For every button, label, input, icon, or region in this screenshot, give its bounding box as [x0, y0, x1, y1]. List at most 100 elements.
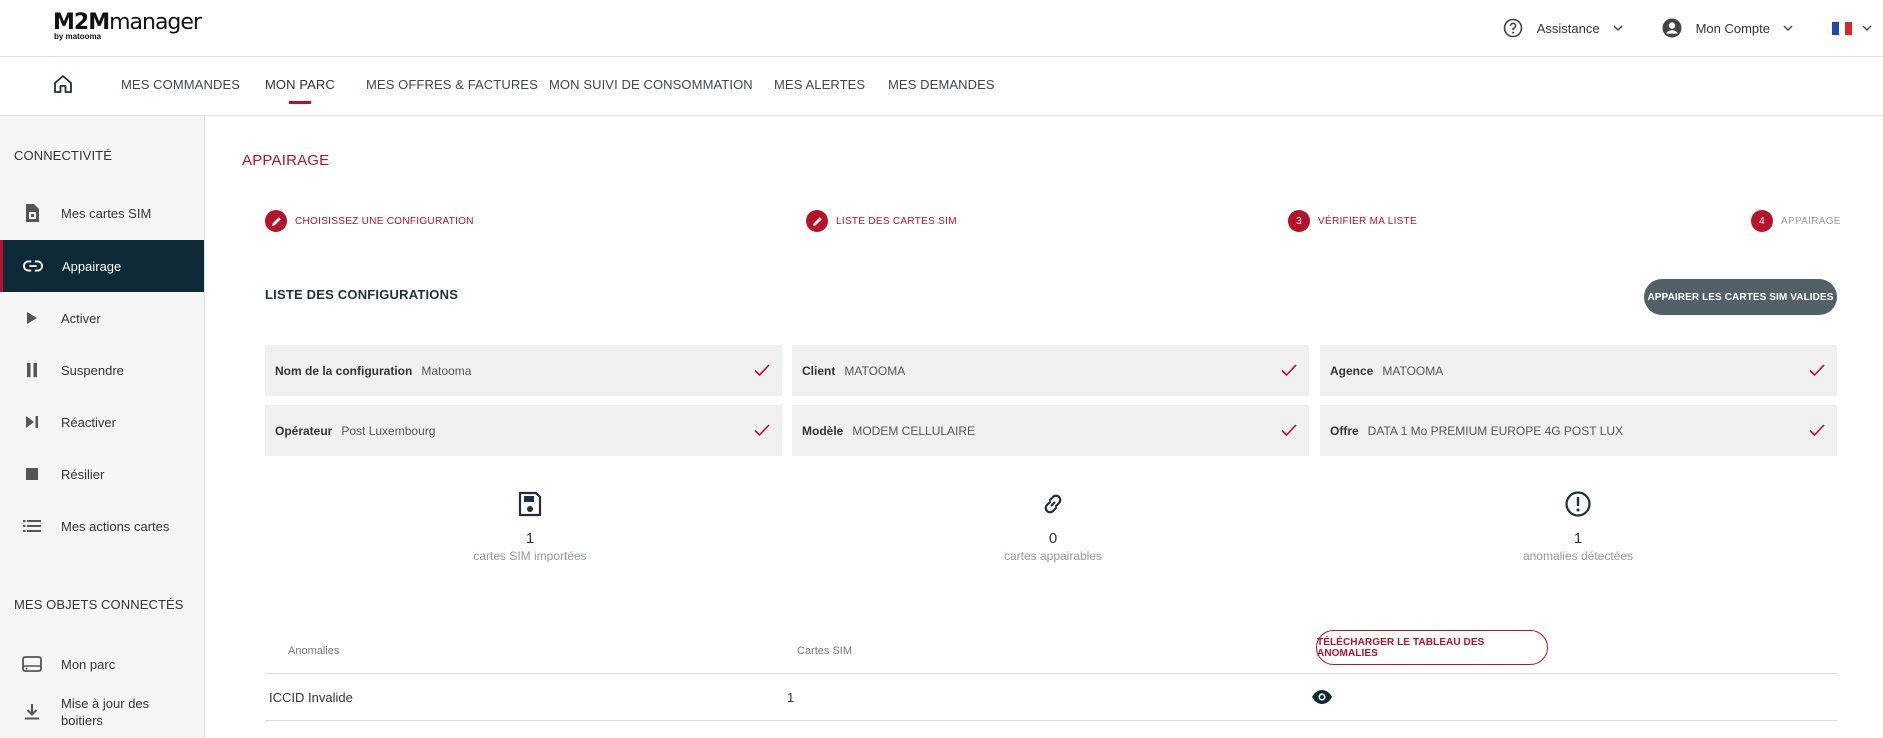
step-number: 4: [1751, 210, 1773, 232]
column-header-anomalies: Anomalies: [288, 645, 340, 657]
account-icon: [1662, 18, 1682, 38]
home-icon[interactable]: [52, 73, 74, 95]
pencil-icon: [806, 210, 828, 232]
page-title: APPAIRAGE: [242, 152, 330, 169]
table-cell-count: 1: [787, 690, 795, 705]
step-label: APPAIRAGE: [1781, 215, 1841, 227]
skip-next-icon: [22, 412, 42, 432]
config-item: Opérateur Post Luxembourg: [265, 405, 782, 456]
assistance-menu[interactable]: Assistance: [1503, 18, 1624, 38]
nav-mes-commandes[interactable]: MES COMMANDES: [121, 77, 240, 92]
config-item: Nom de la configuration Matooma: [265, 345, 782, 396]
config-value: Matooma: [421, 363, 472, 378]
config-item: Offre DATA 1 Mo PREMIUM EUROPE 4G POST L…: [1320, 405, 1837, 456]
sidebar-item-mise-a-jour-boitiers[interactable]: Mise à jour des boitiers: [0, 686, 204, 738]
sidebar-item-label: Mes cartes SIM: [61, 205, 152, 221]
sidebar-item-label: Mon parc: [61, 656, 116, 672]
step-verify-list: 3 VÉRIFIER MA LISTE: [1288, 210, 1417, 232]
save-icon: [518, 491, 542, 517]
table-cell-anomaly: ICCID Invalide: [269, 690, 353, 705]
configurations-title: LISTE DES CONFIGURATIONS: [265, 287, 459, 302]
eye-icon[interactable]: [1311, 688, 1333, 706]
stat-caption: anomalies détectées: [1522, 549, 1634, 563]
step-number: 3: [1288, 210, 1310, 232]
nav-mes-demandes[interactable]: MES DEMANDES: [888, 77, 995, 92]
pair-valid-sim-button[interactable]: APPAIRER LES CARTES SIM VALIDES: [1644, 279, 1837, 315]
column-header-sim-cards: Cartes SIM: [797, 645, 853, 657]
language-selector[interactable]: [1832, 21, 1873, 35]
config-value: MATOOMA: [844, 363, 906, 378]
stat-pairable-cards: 0 cartes appairables: [953, 490, 1153, 563]
nav-mes-alertes[interactable]: MES ALERTES: [774, 77, 865, 92]
step-choose-configuration[interactable]: CHOISISSEZ UNE CONFIGURATION: [265, 210, 474, 232]
link-icon: [1044, 494, 1062, 514]
config-item: Agence MATOOMA: [1320, 345, 1837, 396]
pencil-icon: [265, 210, 287, 232]
nav-mon-parc[interactable]: MON PARC: [265, 77, 335, 104]
link-icon: [23, 256, 43, 276]
sidebar-item-label: Appairage: [62, 258, 122, 274]
sidebar-item-label: Résilier: [61, 466, 105, 482]
main-navigation: MES COMMANDES MON PARC MES OFFRES & FACT…: [0, 57, 1883, 116]
sidebar-item-label: Mise à jour des boitiers: [61, 696, 150, 728]
stop-icon: [22, 464, 42, 484]
config-item: Modèle MODEM CELLULAIRE: [792, 405, 1309, 456]
sidebar-item-label: Suspendre: [61, 362, 124, 378]
stat-caption: cartes appairables: [1003, 549, 1103, 563]
stat-imported-sims: 1 cartes SIM importées: [430, 490, 630, 563]
sidebar-item-mes-actions-cartes[interactable]: Mes actions cartes: [0, 500, 204, 552]
config-key: Client: [802, 363, 836, 378]
sidebar-item-activer[interactable]: Activer: [0, 292, 204, 344]
sidebar-item-appairage[interactable]: Appairage: [0, 240, 204, 292]
step-sim-list[interactable]: LISTE DES CARTES SIM: [806, 210, 957, 232]
config-value: DATA 1 Mo PREMIUM EUROPE 4G POST LUX: [1367, 423, 1624, 438]
config-key: Offre: [1330, 423, 1359, 438]
sidebar-item-label: Réactiver: [61, 414, 116, 430]
download-anomalies-button[interactable]: TÉLÉCHARGER LE TABLEAU DES ANOMALIES: [1316, 630, 1548, 665]
stat-anomalies: 1 anomalies détectées: [1478, 490, 1678, 563]
top-header: M2Mmanager by matooma Assistance Mon Com…: [0, 0, 1883, 57]
config-key: Opérateur: [275, 423, 333, 438]
alert-icon: [1565, 491, 1591, 517]
stat-value: 0: [1048, 530, 1058, 547]
chevron-down-icon: [1783, 25, 1793, 31]
nav-mon-suivi-consommation[interactable]: MON SUIVI DE CONSOMMATION: [549, 77, 753, 92]
stat-value: 1: [525, 530, 535, 547]
pause-icon: [22, 360, 42, 380]
list-icon: [22, 516, 42, 536]
chevron-down-icon: [1862, 25, 1872, 31]
play-icon: [22, 308, 42, 328]
step-label: VÉRIFIER MA LISTE: [1318, 215, 1418, 227]
french-flag-icon: [1832, 21, 1853, 35]
sidebar-item-resilier[interactable]: Résilier: [0, 448, 204, 500]
device-icon: [22, 654, 42, 674]
config-value: MODEM CELLULAIRE: [852, 423, 976, 438]
step-appairage: 4 APPAIRAGE: [1751, 210, 1841, 232]
app-logo[interactable]: M2Mmanager by matooma: [53, 11, 202, 42]
sidebar: CONNECTIVITÉ Mes cartes SIM Appairage Ac…: [0, 116, 205, 738]
sidebar-item-mes-cartes-sim[interactable]: Mes cartes SIM: [0, 187, 204, 239]
main-content: APPAIRAGE CHOISISSEZ UNE CONFIGURATION L…: [205, 116, 1883, 738]
download-icon: [22, 702, 42, 722]
assistance-label: Assistance: [1536, 20, 1600, 36]
config-key: Agence: [1330, 363, 1374, 378]
stepper: CHOISISSEZ UNE CONFIGURATION LISTE DES C…: [265, 210, 1845, 234]
sidebar-item-label: Activer: [61, 310, 101, 326]
step-label: LISTE DES CARTES SIM: [836, 215, 957, 227]
check-icon: [754, 364, 770, 377]
table-divider: [265, 673, 1837, 674]
help-circle-icon: [1503, 18, 1523, 38]
sidebar-item-reactiver[interactable]: Réactiver: [0, 396, 204, 448]
config-value: Post Luxembourg: [341, 423, 436, 438]
config-key: Nom de la configuration: [275, 363, 413, 378]
account-menu[interactable]: Mon Compte: [1662, 18, 1794, 38]
sidebar-item-mon-parc[interactable]: Mon parc: [0, 638, 204, 690]
check-icon: [1281, 424, 1297, 437]
sidebar-section-objets-connectes: MES OBJETS CONNECTÉS: [14, 597, 184, 612]
check-icon: [1809, 424, 1825, 437]
sidebar-item-suspendre[interactable]: Suspendre: [0, 344, 204, 396]
stat-caption: cartes SIM importées: [473, 549, 587, 563]
check-icon: [1281, 364, 1297, 377]
nav-mes-offres-factures[interactable]: MES OFFRES & FACTURES: [366, 77, 538, 92]
chevron-down-icon: [1613, 25, 1623, 31]
